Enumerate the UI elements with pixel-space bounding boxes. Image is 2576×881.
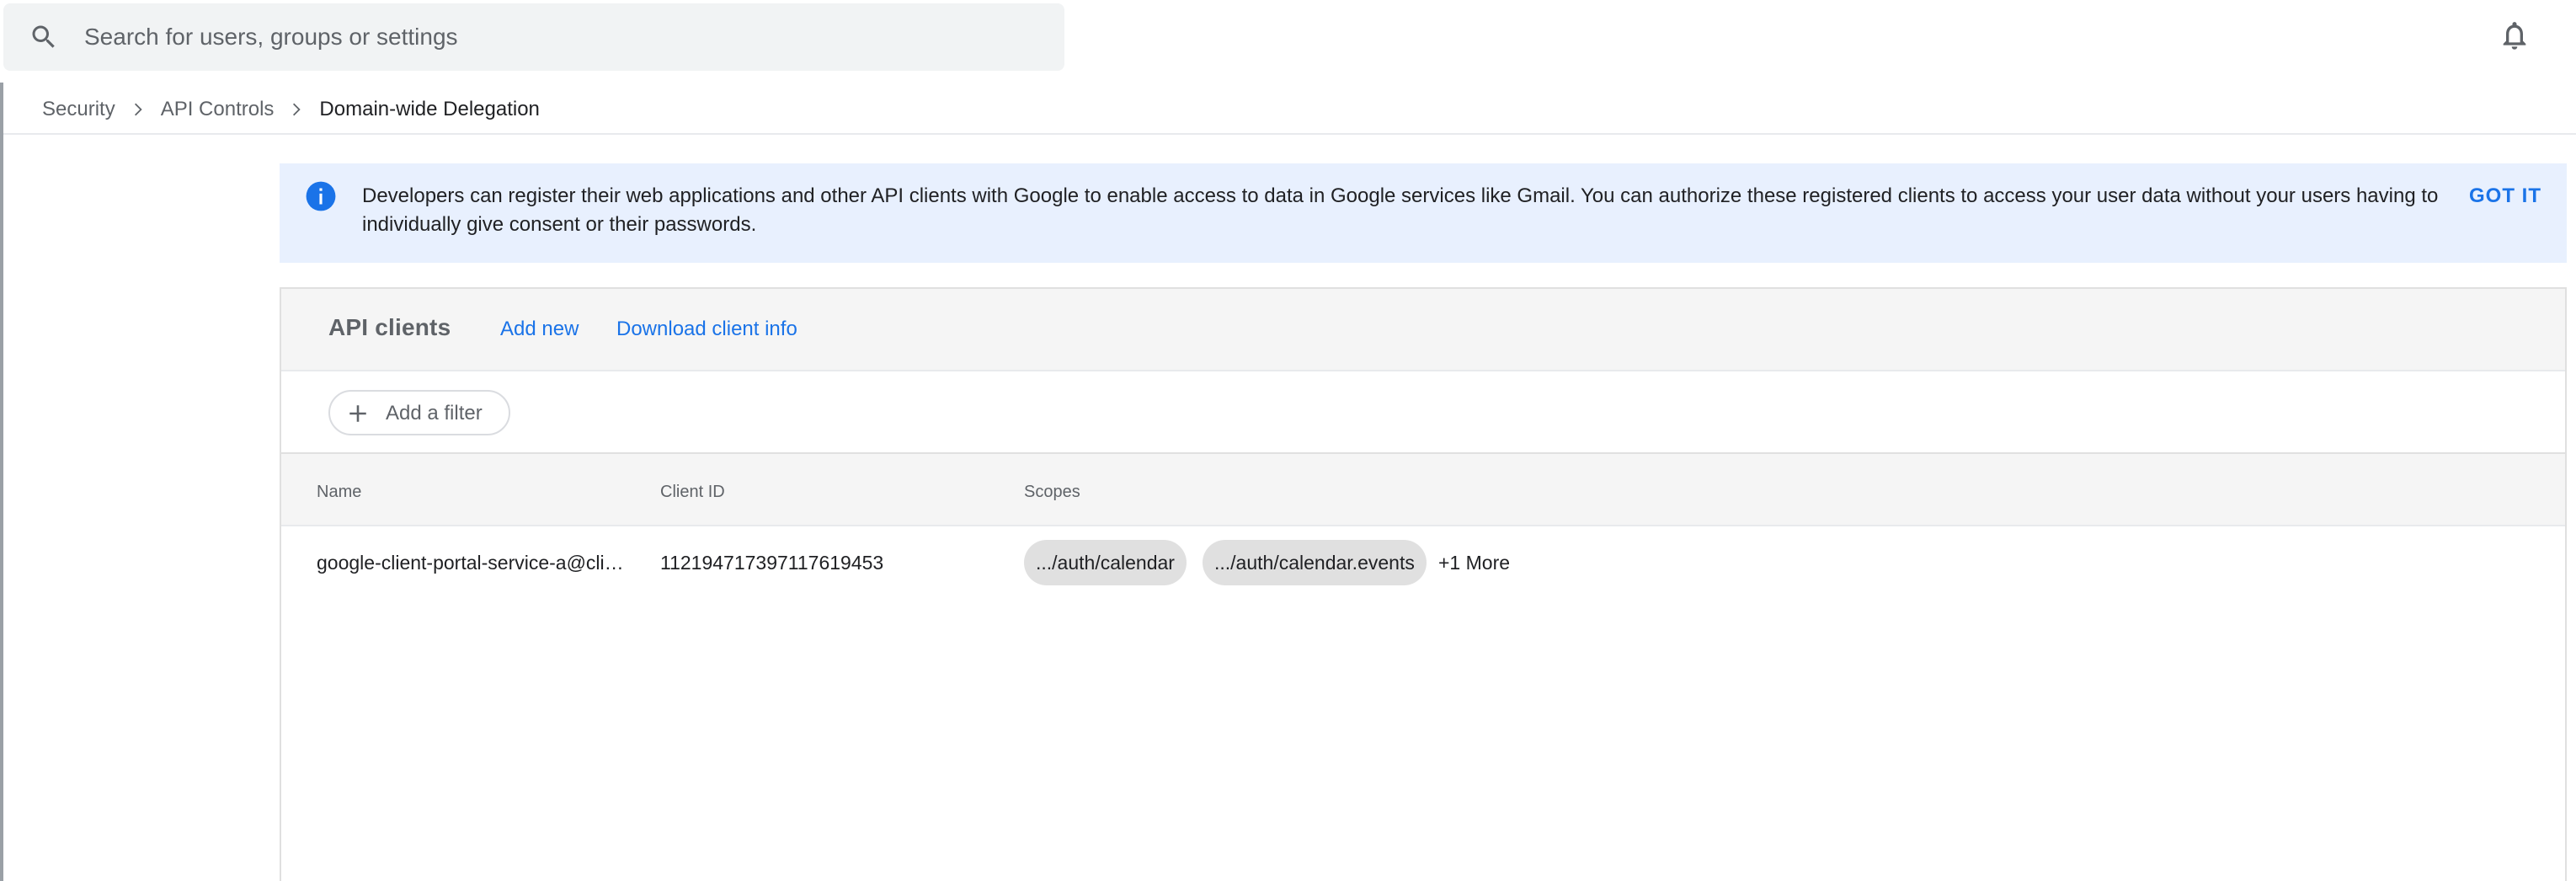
table-header: Name Client ID Scopes [281,454,2565,526]
got-it-button[interactable]: GOT IT [2469,182,2541,211]
table-row[interactable]: google-client-portal-service-a@clie... 1… [281,528,2565,601]
chevron-right-icon [134,103,142,116]
client-id: 112194717397117619453 [660,552,884,574]
search-icon [32,25,55,48]
info-icon [306,181,336,211]
breadcrumb-domain-wide-delegation: Domain-wide Delegation [319,98,540,120]
scope-chip: .../auth/calendar.events [1203,540,1427,585]
filter-bar: Add a filter [281,371,2565,454]
bell-icon[interactable] [2498,19,2531,52]
add-filter-button[interactable]: Add a filter [328,390,510,435]
add-new-button[interactable]: Add new [500,318,579,341]
top-bar [0,0,2576,83]
search-box[interactable] [3,3,1064,71]
column-header-name[interactable]: Name [317,483,361,502]
banner-text: Developers can register their web applic… [362,184,2439,236]
download-client-info-button[interactable]: Download client info [616,318,797,341]
info-banner: Developers can register their web applic… [280,163,2567,263]
add-filter-label: Add a filter [386,402,483,424]
column-header-scopes[interactable]: Scopes [1024,483,1080,502]
column-header-client-id[interactable]: Client ID [660,483,725,502]
breadcrumb-divider [3,133,2576,135]
left-divider [0,83,3,881]
more-scopes-link[interactable]: +1 More [1438,552,1510,574]
breadcrumb: Security API Controls Domain-wide Delega… [42,93,540,126]
card-title: API clients [328,314,451,340]
scope-chip: .../auth/calendar [1024,540,1187,585]
client-name: google-client-portal-service-a@clie... [317,552,628,574]
card-header: API clients Add new Download client info [281,289,2565,371]
search-input[interactable] [84,15,1027,59]
breadcrumb-security[interactable]: Security [42,98,115,121]
breadcrumb-api-controls[interactable]: API Controls [161,98,275,121]
api-clients-card: API clients Add new Download client info… [280,287,2567,881]
plus-icon [349,405,366,422]
chevron-right-icon [293,103,301,116]
